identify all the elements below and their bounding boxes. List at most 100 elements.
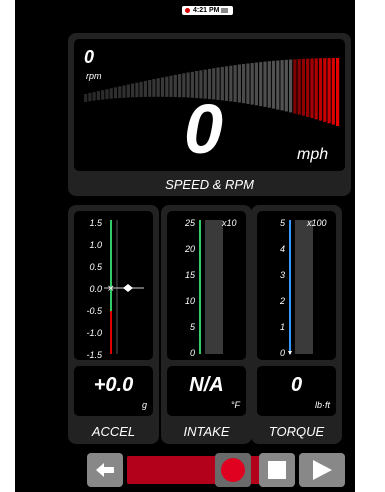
battery-icon — [221, 8, 228, 13]
rpm-arc-segment — [143, 80, 147, 97]
intake-tick-label: 5 — [189, 322, 195, 332]
torque-pointer-icon — [288, 351, 292, 355]
rpm-arc-segment — [152, 79, 156, 97]
rpm-arc-segment — [301, 58, 305, 116]
rpm-arc-segment — [271, 60, 276, 109]
rpm-arc-segment — [293, 59, 297, 114]
speed-value: 0 — [184, 90, 223, 168]
rpm-arc-segment — [113, 87, 118, 99]
rpm-arc-segment — [284, 59, 288, 112]
back-button[interactable] — [87, 453, 123, 487]
status-time: 4:21 PM — [193, 7, 220, 14]
intake-level-bar — [205, 220, 223, 354]
record-icon — [221, 458, 245, 482]
intake-scale-graphic — [199, 220, 223, 354]
rpm-arc-segment — [96, 91, 100, 100]
rpm-unit: rpm — [86, 71, 102, 81]
intake-tick-label: 25 — [184, 218, 195, 228]
torque-readout: 0 lb·ft — [257, 366, 336, 416]
rpm-arc-segment — [122, 85, 126, 98]
rpm-arc-segment — [327, 58, 331, 124]
torque-tick-label: 0 — [279, 348, 285, 358]
rpm-arc-segment — [233, 65, 237, 102]
rpm-arc-segment — [101, 90, 105, 100]
rpm-arc-segment — [165, 76, 169, 97]
rpm-arc-segment — [336, 58, 340, 126]
stop-button[interactable] — [259, 453, 295, 487]
rpm-arc-segment — [118, 86, 122, 99]
torque-label: TORQUE — [268, 424, 325, 439]
rpm-arc-segment — [259, 62, 263, 107]
torque-scale: 5 4 3 2 1 0 x100 — [257, 211, 336, 360]
speed-rpm-display: 0 rpm 0 mph — [74, 39, 345, 171]
torque-tick-label: 4 — [279, 244, 285, 254]
accel-tick-label: -0.5 — [86, 306, 102, 316]
rpm-arc-segment — [280, 60, 284, 111]
rpm-arc-segment — [254, 62, 258, 106]
speed-rpm-label: SPEED & RPM — [165, 177, 254, 192]
status-pill: 4:21 PM — [182, 6, 233, 15]
accel-gauge-panel: × 1.5 1.0 0.5 0.0 -0.5 -1.0 -1.5 +0.0 g … — [68, 205, 159, 444]
accel-scale: × 1.5 1.0 0.5 0.0 -0.5 -1.0 -1.5 — [74, 211, 153, 360]
rpm-arc-segment — [289, 59, 293, 113]
dashboard-screen: 4:21 PM 0 rpm 0 mph SPEED & RPM × 1.5 1.… — [15, 0, 355, 492]
intake-tick-label: 10 — [184, 296, 195, 306]
rpm-arc-segment — [156, 78, 160, 97]
rpm-arc-segment — [314, 58, 318, 120]
accel-readout: +0.0 g — [74, 366, 153, 416]
rpm-arc-segment — [109, 88, 113, 99]
accel-x-marker-icon: × — [107, 284, 115, 294]
accel-diamond-marker-icon — [123, 284, 133, 292]
rpm-arc-segment — [246, 63, 250, 104]
intake-multiplier: x10 — [222, 218, 237, 228]
rpm-arc-segment — [310, 58, 314, 119]
intake-value: N/A — [189, 374, 224, 396]
play-button[interactable] — [299, 453, 345, 487]
intake-unit: °F — [230, 400, 240, 410]
intake-gauge-panel: 25 20 15 10 5 0 x10 N/A °F INTAKE — [161, 205, 252, 444]
intake-scale: 25 20 15 10 5 0 x10 — [167, 211, 246, 360]
rpm-arc-segment — [276, 60, 280, 110]
rpm-arc-segment — [88, 93, 92, 102]
rpm-arc-segment — [224, 66, 229, 101]
torque-tick-label: 2 — [279, 296, 285, 306]
rpm-arc-segment — [306, 58, 310, 117]
accel-tick-label: -1.0 — [86, 328, 102, 338]
torque-gauge-panel: 5 4 3 2 1 0 x100 0 lb·ft TORQUE — [251, 205, 342, 444]
rpm-arc-segment — [323, 58, 327, 122]
torque-tick-label: 1 — [279, 322, 285, 332]
intake-tick-label: 0 — [189, 348, 195, 358]
rpm-arc-segment — [229, 65, 233, 102]
accel-tick-label: 0.5 — [89, 262, 102, 272]
rpm-arc-segment — [169, 75, 173, 97]
rpm-arc-segment — [242, 64, 246, 104]
torque-level-bar — [295, 220, 313, 354]
rpm-arc-segment — [263, 61, 267, 107]
intake-tick-label: 15 — [184, 270, 195, 280]
rpm-arc-segment — [250, 63, 254, 105]
torque-unit: lb·ft — [314, 400, 330, 410]
torque-multiplier: x100 — [307, 218, 327, 228]
rpm-arc-segment — [178, 74, 182, 98]
speed-unit: mph — [297, 146, 329, 163]
rpm-arc-segment — [297, 59, 301, 115]
accel-tick-label: 1.0 — [89, 240, 102, 250]
torque-value: 0 — [290, 374, 303, 396]
rpm-value: 0 — [84, 47, 95, 67]
play-icon — [313, 460, 332, 480]
speed-rpm-panel: 0 rpm 0 mph SPEED & RPM — [68, 33, 351, 196]
rpm-arc-segment — [237, 64, 241, 103]
record-button[interactable] — [215, 453, 251, 487]
torque-tick-label: 3 — [279, 270, 285, 280]
rpm-arc-segment — [139, 81, 143, 97]
record-indicator-icon — [185, 8, 190, 13]
rpm-arc-segment — [160, 77, 165, 97]
rpm-arc-segment — [131, 83, 135, 98]
stop-icon — [268, 461, 286, 479]
accel-tick-label: 0.0 — [89, 284, 102, 294]
torque-tick-label: 5 — [279, 218, 285, 228]
rpm-arc-segment — [126, 84, 130, 98]
rpm-arc-segment — [318, 58, 323, 121]
intake-tick-label: 20 — [184, 244, 195, 254]
rpm-arc-segment — [135, 82, 139, 98]
